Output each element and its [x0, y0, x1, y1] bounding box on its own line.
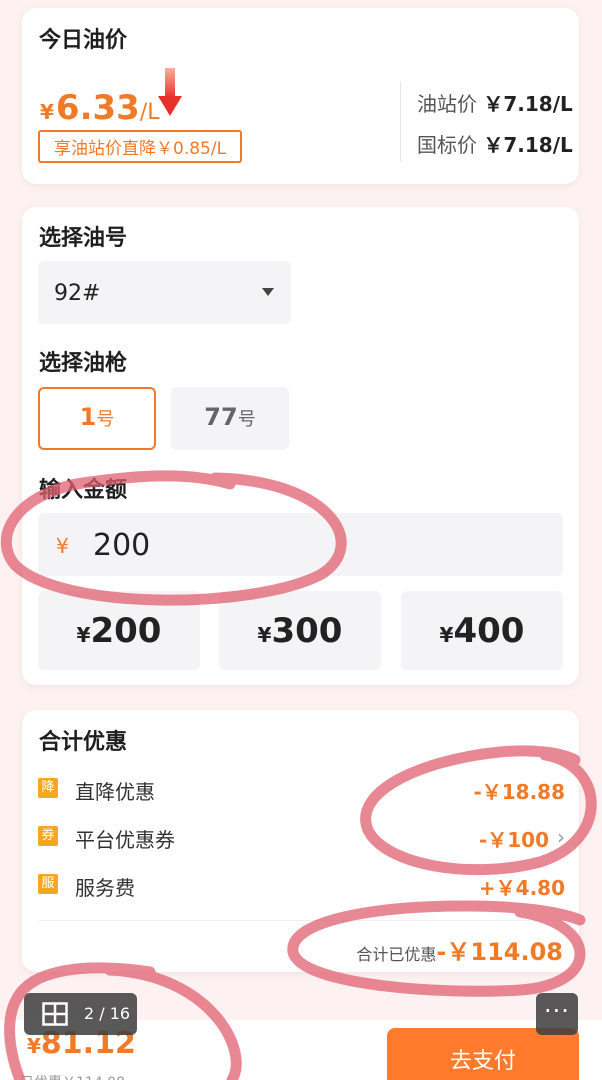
pay-total-symbol: ¥ — [27, 1034, 41, 1058]
today-price-card: 今日油价 ¥6.33/L 享油站价直降￥0.85/L 油站价 ￥7.18/L 国… — [22, 8, 579, 184]
discount-row-coupon[interactable]: 券 平台优惠券 -￥100 › — [38, 822, 565, 852]
price-down-arrow-icon — [158, 68, 182, 116]
gun-number: 1 — [79, 403, 97, 431]
national-price: 国标价 ￥7.18/L — [417, 129, 573, 158]
fuel-gun-title: 选择油枪 — [39, 351, 128, 376]
chevron-right-icon: › — [557, 825, 565, 849]
divider — [38, 920, 565, 921]
amount-currency-symbol: ¥ — [56, 534, 69, 558]
discount-summary-card: 合计优惠 降 直降优惠 -￥18.88 券 平台优惠券 -￥100 › 服 服务… — [22, 710, 579, 972]
amount-value: 200 — [93, 528, 151, 563]
total-saved: 合计已优惠-￥114.08 — [356, 932, 563, 967]
quick-amount-symbol: ¥ — [439, 623, 454, 647]
discount-label: 平台优惠券 — [75, 828, 175, 852]
more-icon[interactable]: ··· — [536, 993, 578, 1035]
discount-label: 直降优惠 — [75, 780, 155, 804]
fuel-type-title: 选择油号 — [39, 226, 128, 251]
direct-discount-badge-icon: 降 — [38, 778, 58, 798]
page-indicator[interactable]: 2 / 16 — [24, 993, 137, 1035]
discount-label: 服务费 — [75, 876, 135, 900]
amount-input[interactable]: ¥ 200 — [38, 513, 563, 576]
discount-amount: +￥4.80 — [478, 876, 565, 900]
station-price-label: 油站价 — [417, 92, 477, 116]
quick-amount-symbol: ¥ — [76, 623, 91, 647]
quick-amount-symbol: ¥ — [257, 623, 272, 647]
discount-row-service-fee: 服 服务费 +￥4.80 — [38, 870, 565, 900]
gun-suffix: 号 — [96, 409, 115, 430]
total-saved-amount: -￥114.08 — [436, 938, 563, 966]
station-price-value: ￥7.18/L — [483, 92, 573, 116]
quick-amount-value: 200 — [90, 611, 162, 651]
page-indicator-text: 2 / 16 — [84, 1004, 131, 1023]
current-price-unit: /L — [139, 100, 160, 125]
discount-amount: -￥18.88 — [473, 780, 565, 804]
current-price-value: 6.33 — [55, 88, 140, 128]
quick-amount-300[interactable]: ¥300 — [219, 591, 381, 670]
service-fee-badge-icon: 服 — [38, 874, 58, 894]
divider — [400, 82, 401, 162]
discount-title: 合计优惠 — [39, 730, 128, 755]
fuel-type-select[interactable]: 92# — [38, 261, 291, 324]
quick-amount-value: 400 — [453, 611, 525, 651]
order-form-card: 选择油号 92# 选择油枪 1号 77号 输入金额 ¥ 200 ¥200 ¥30… — [22, 207, 579, 685]
gun-option-1[interactable]: 1号 — [38, 387, 156, 450]
gun-number: 77 — [204, 403, 238, 431]
quick-amount-value: 300 — [271, 611, 343, 651]
amount-title: 输入金额 — [39, 478, 128, 503]
gun-suffix: 号 — [237, 409, 256, 430]
discount-amount: -￥100 — [478, 828, 549, 852]
station-price: 油站价 ￥7.18/L — [417, 88, 573, 117]
discount-tag: 享油站价直降￥0.85/L — [38, 130, 243, 163]
fuel-type-value: 92# — [54, 281, 101, 306]
pay-button[interactable]: 去支付 — [387, 1028, 579, 1080]
discount-row-direct: 降 直降优惠 -￥18.88 — [38, 774, 565, 804]
gun-option-77[interactable]: 77号 — [171, 387, 289, 450]
today-price-title: 今日油价 — [39, 28, 128, 53]
quick-amount-200[interactable]: ¥200 — [38, 591, 200, 670]
quick-amount-400[interactable]: ¥400 — [401, 591, 563, 670]
total-saved-label: 合计已优惠 — [356, 945, 437, 964]
national-price-value: ￥7.18/L — [483, 133, 573, 157]
pay-saved-subtext: 已优惠￥114.08 — [20, 1072, 125, 1080]
current-price-symbol: ¥ — [40, 100, 54, 124]
current-price: ¥6.33/L — [40, 88, 159, 128]
national-price-label: 国标价 — [417, 133, 477, 157]
grid-view-icon — [42, 1002, 68, 1026]
caret-down-icon — [262, 288, 274, 296]
coupon-badge-icon: 券 — [38, 826, 58, 846]
